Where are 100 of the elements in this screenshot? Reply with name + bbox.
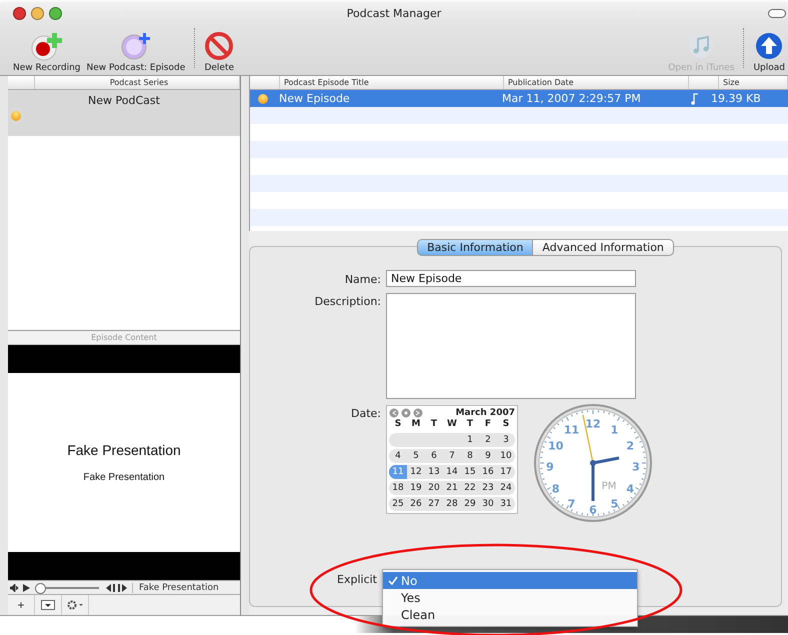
weekday-label: W [446,418,458,431]
calendar-day[interactable]: 12 [407,465,425,479]
status-orb-icon [258,94,268,104]
calendar-day[interactable]: 18 [389,481,407,495]
slide-title: Fake Presentation [67,442,181,458]
section-header: Episode Content [8,331,240,345]
weekday-label: T [430,418,438,431]
calendar-day[interactable]: 2 [479,433,497,447]
series-row[interactable]: New PodCast [8,90,240,136]
volume-icon[interactable] [10,584,20,592]
calendar-day[interactable]: 27 [425,497,443,511]
calendar-day[interactable]: 1 [461,433,479,447]
table-cell-text: 19.39 KB [710,92,762,105]
clock-number: 6 [589,504,597,516]
menu-item[interactable]: Clean [383,606,637,623]
clock-number: 3 [632,460,640,474]
calendar-day[interactable]: 7 [443,449,461,463]
tab[interactable]: Advanced Information [533,239,674,256]
clock-number: 5 [610,498,618,511]
playback-slider-thumb[interactable] [35,582,46,594]
calendar-day[interactable]: 25 [389,497,407,511]
clock-number: 4 [626,482,634,495]
calendar-nav-icon[interactable] [389,408,425,418]
calendar-day[interactable]: 16 [479,465,497,479]
calendar-day[interactable]: 5 [407,449,425,463]
calendar-day[interactable]: 21 [443,481,461,495]
calendar-day[interactable]: 22 [461,481,479,495]
clock-number: 9 [546,460,554,474]
weekday-label: M [410,418,422,431]
calendar-day[interactable]: 26 [407,497,425,511]
close-button[interactable] [13,6,26,20]
zoom-button[interactable] [49,6,62,20]
table-cell-text: New Episode [278,92,351,105]
table-cell-text: Mar 11, 2007 2:29:57 PM [501,92,642,105]
field-label: Description: [314,294,382,308]
calendar-day[interactable]: 9 [479,449,497,463]
disc-plus-icon [118,31,153,61]
calendar-day[interactable]: 3 [497,433,515,447]
clock-number: 1 [610,423,618,436]
no-sign-icon [204,31,234,61]
calendar-day[interactable]: 10 [497,449,515,463]
gear-icon [67,600,83,610]
column-header[interactable]: Podcast Episode Title [280,76,504,89]
clock-number: 8 [552,482,560,495]
clock-number: 2 [626,439,634,452]
weekday-label: F [484,418,492,431]
clock-period: PM [602,481,616,492]
calendar-day[interactable]: 30 [479,497,497,511]
field-label: Name: [344,272,382,286]
column-header[interactable]: Size [719,76,788,89]
weekday-label: S [502,418,510,431]
record-plus-icon [30,31,64,61]
description-field[interactable] [386,293,636,399]
calendar[interactable]: March 2007 S M T W T F S 1 2 3 4 5 6 7 8 9 10 11 12 13 14 15 16 17 18 19 20 21 22 23 24 25 26 27 28 29 30 31 [386,405,518,514]
next-icon[interactable] [118,584,127,592]
calendar-month: March 2007 [456,408,515,418]
calendar-day[interactable]: 14 [443,465,461,479]
calendar-day[interactable]: 17 [497,465,515,479]
calendar-day[interactable]: 19 [407,481,425,495]
toolbar-button[interactable]: New Recording [10,31,84,73]
status-orb-icon [11,111,21,121]
toolbar-button[interactable]: New Podcast: Episode [84,31,188,73]
tab[interactable]: Basic Information [417,239,534,256]
series-title: New PodCast [88,94,160,107]
previous-icon[interactable] [106,584,115,592]
menu-item[interactable]: No [383,572,637,589]
calendar-day[interactable]: 13 [425,465,443,479]
media-title: Fake Presentation [132,582,219,592]
checkmark-icon [388,576,398,586]
dropdown-icon [41,600,55,610]
clock-face[interactable] [533,403,653,523]
calendar-day[interactable]: 24 [497,481,515,495]
weekday-label: S [394,418,402,431]
music-note-icon [690,92,698,104]
calendar-day[interactable]: 23 [479,481,497,495]
clock-number: 7 [568,498,576,511]
calendar-day[interactable]: 15 [461,465,479,479]
toolbar-button[interactable]: Upload [750,31,788,73]
calendar-day[interactable]: 20 [425,481,443,495]
minimize-button[interactable] [31,6,44,20]
calendar-day[interactable]: 8 [461,449,479,463]
add-button[interactable]: + [8,595,35,615]
window-title: Podcast Manager [346,6,442,20]
slide-subtitle: Fake Presentation [83,472,165,483]
play-icon[interactable] [23,584,30,592]
menu-item[interactable]: Yes [383,589,637,606]
episode-row[interactable]: New Episode Mar 11, 2007 2:29:57 PM 19.39 KB [250,90,788,107]
clock-number: 10 [548,439,564,452]
weekday-label: T [466,418,474,431]
field-label: Date: [350,406,382,420]
calendar-day[interactable]: 28 [443,497,461,511]
clock-number: 12 [585,418,601,430]
name-field[interactable]: New Episode [386,270,636,287]
toolbar-button[interactable]: Delete [201,31,238,73]
calendar-day[interactable]: 6 [425,449,443,463]
calendar-day[interactable]: 29 [461,497,479,511]
calendar-day[interactable]: 31 [497,497,515,511]
calendar-day[interactable]: 4 [389,449,407,463]
toolbar-toggle-button[interactable] [768,8,786,18]
column-header[interactable]: Publication Date [504,76,689,89]
